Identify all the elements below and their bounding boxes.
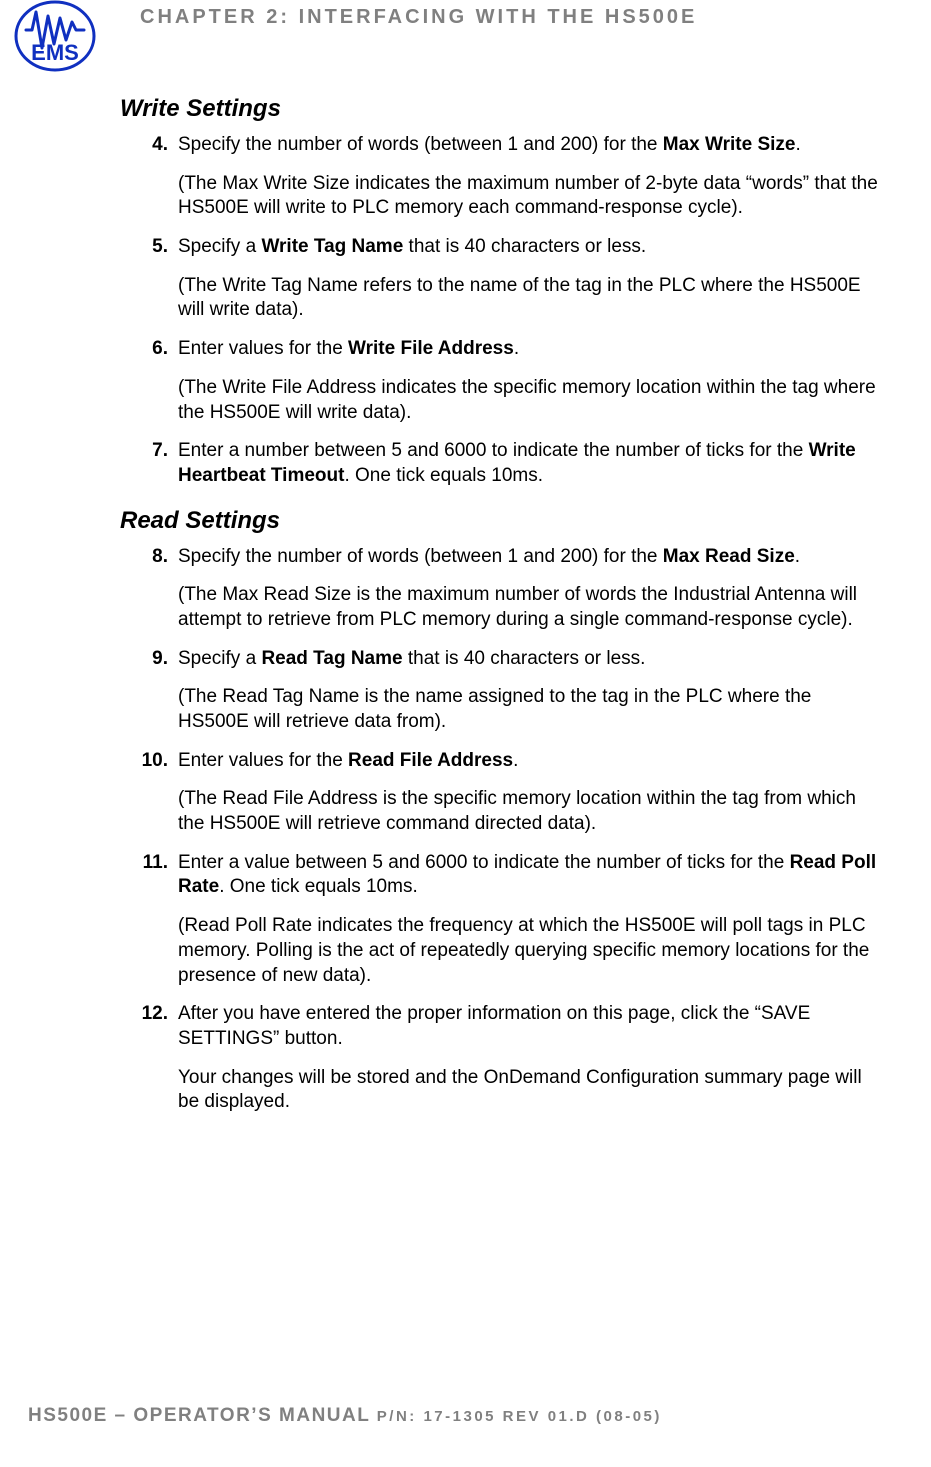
step-number: 12. [128,1002,168,1027]
step-text-pre: Specify a [178,648,261,669]
step-number: 6. [138,337,168,362]
step-text-post: . [514,338,519,359]
step-number: 11. [128,851,168,876]
step-number: 5. [138,235,168,260]
step-bold: Write Tag Name [261,236,403,257]
step-desc: (Read Poll Rate indicates the frequency … [178,914,880,988]
list-item: 6. Enter values for the Write File Addre… [120,337,880,425]
list-item: 5. Specify a Write Tag Name that is 40 c… [120,235,880,323]
step-text-post: . One tick equals 10ms. [344,465,543,486]
step-desc: (The Max Write Size indicates the maximu… [178,172,880,221]
step-desc: Your changes will be stored and the OnDe… [178,1066,880,1115]
list-item: 7. Enter a number between 5 and 6000 to … [120,439,880,488]
list-item: 8. Specify the number of words (between … [120,545,880,633]
step-text-post: that is 40 characters or less. [403,236,646,257]
write-steps-list: 4. Specify the number of words (between … [120,133,880,489]
content-body: Write Settings 4. Specify the number of … [120,95,880,1129]
step-number: 4. [138,133,168,158]
read-settings-heading: Read Settings [120,507,880,535]
step-desc: (The Max Read Size is the maximum number… [178,583,880,632]
footer-title: HS500E – OPERATOR’S MANUAL [28,1405,377,1426]
chapter-header: CHAPTER 2: INTERFACING WITH THE HS500E [140,6,697,29]
step-number: 10. [128,749,168,774]
step-text-pre: Enter a value between 5 and 6000 to indi… [178,852,790,873]
step-bold: Write File Address [348,338,514,359]
step-text-post: . [795,134,800,155]
step-desc: (The Write Tag Name refers to the name o… [178,274,880,323]
step-text-post: that is 40 characters or less. [403,648,646,669]
step-text-pre: Enter a number between 5 and 6000 to ind… [178,440,809,461]
step-desc: (The Read Tag Name is the name assigned … [178,685,880,734]
step-number: 7. [138,439,168,464]
step-text-post: . One tick equals 10ms. [219,876,418,897]
list-item: 4. Specify the number of words (between … [120,133,880,221]
write-settings-heading: Write Settings [120,95,880,123]
step-text-post: . [795,546,800,567]
step-text-post: . [513,750,518,771]
list-item: 12. After you have entered the proper in… [120,1002,880,1115]
step-number: 9. [138,647,168,672]
step-bold: Max Read Size [663,546,795,567]
step-desc: (The Read File Address is the specific m… [178,787,880,836]
ems-logo: EMS [14,0,96,72]
step-bold: Max Write Size [663,134,796,155]
page: EMS CHAPTER 2: INTERFACING WITH THE HS50… [0,0,931,1467]
step-text-pre: After you have entered the proper inform… [178,1003,810,1049]
step-number: 8. [138,545,168,570]
step-text-pre: Enter values for the [178,338,348,359]
step-desc: (The Write File Address indicates the sp… [178,376,880,425]
list-item: 10. Enter values for the Read File Addre… [120,749,880,837]
list-item: 11. Enter a value between 5 and 6000 to … [120,851,880,988]
step-text-pre: Specify the number of words (between 1 a… [178,546,663,567]
footer-partno: P/N: 17-1305 REV 01.D (08-05) [377,1408,662,1425]
logo-text: EMS [31,40,79,65]
step-bold: Read Tag Name [261,648,402,669]
step-text-pre: Enter values for the [178,750,348,771]
list-item: 9. Specify a Read Tag Name that is 40 ch… [120,647,880,735]
step-bold: Read File Address [348,750,513,771]
page-footer: HS500E – OPERATOR’S MANUAL P/N: 17-1305 … [28,1405,662,1427]
read-steps-list: 8. Specify the number of words (between … [120,545,880,1115]
step-text-pre: Specify the number of words (between 1 a… [178,134,663,155]
step-text-pre: Specify a [178,236,261,257]
